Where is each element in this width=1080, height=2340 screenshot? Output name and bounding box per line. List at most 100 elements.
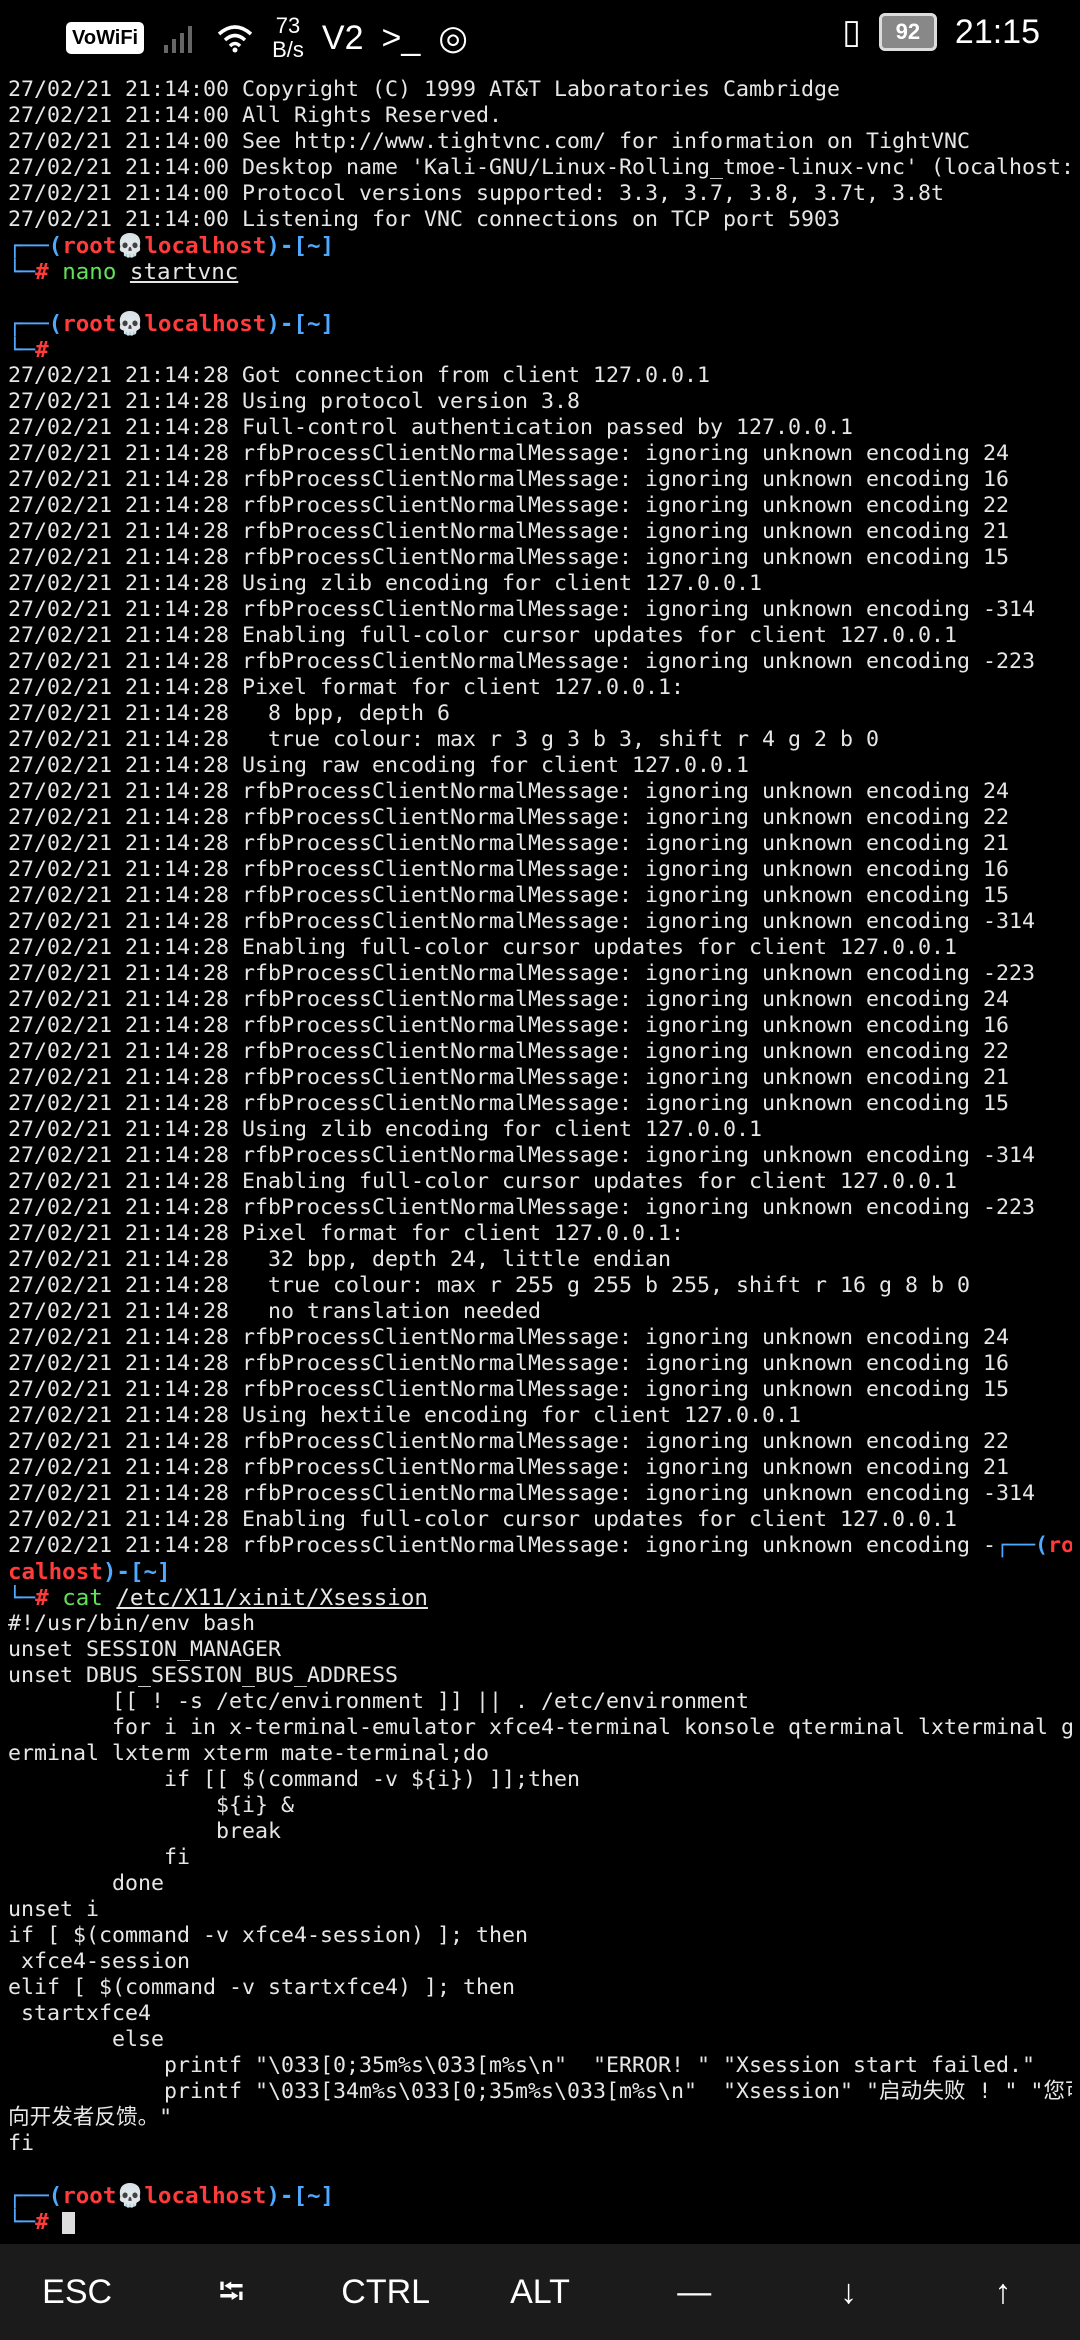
file-line: #!/usr/bin/env bash	[8, 1611, 256, 1636]
instagram-icon: ◎	[438, 19, 468, 57]
log-line: 27/02/21 21:14:28 rfbProcessClientNormal…	[8, 545, 1010, 570]
command-name: cat	[62, 1585, 103, 1611]
log-line: 27/02/21 21:14:28 rfbProcessClientNormal…	[8, 1429, 1010, 1454]
file-line: if [[ $(command -v ${i}) ]];then	[8, 1767, 581, 1792]
log-line: 27/02/21 21:14:28 rfbProcessClientNormal…	[8, 1013, 1010, 1038]
log-line: 27/02/21 21:14:28 rfbProcessClientNormal…	[8, 1377, 1010, 1402]
file-line: fi	[8, 2131, 35, 2156]
log-line: 27/02/21 21:14:28 rfbProcessClientNormal…	[8, 805, 1010, 830]
log-line: 27/02/21 21:14:28 rfbProcessClientNormal…	[8, 883, 1010, 908]
file-line: unset SESSION_MANAGER	[8, 1637, 282, 1662]
file-line: for i in x-terminal-emulator xfce4-termi…	[8, 1715, 1072, 1740]
log-line: 27/02/21 21:14:28 Got connection from cl…	[8, 363, 711, 388]
log-line: 27/02/21 21:14:28 rfbProcessClientNormal…	[8, 779, 1010, 804]
xsession-file-content: #!/usr/bin/env bash unset SESSION_MANAGER…	[8, 1611, 1072, 2157]
file-line: if [ $(command -v xfce4-session) ]; then	[8, 1923, 529, 1948]
extra-keys-bar: ESC ⭾ CTRL ALT — ↓ ↑	[0, 2244, 1080, 2340]
terminal-output[interactable]: 27/02/21 21:14:00 Copyright (C) 1999 AT&…	[8, 77, 1072, 2235]
log-line: 27/02/21 21:14:28 rfbProcessClientNormal…	[8, 1039, 1010, 1064]
log-line: 27/02/21 21:14:28 rfbProcessClientNormal…	[8, 1481, 1036, 1506]
signal-icon	[164, 26, 193, 53]
wifi-icon	[217, 25, 253, 53]
file-line: break	[8, 1819, 282, 1844]
arrow-down-key[interactable]: ↓	[771, 2244, 925, 2340]
log-line: 27/02/21 21:14:00 All Rights Reserved.	[8, 103, 503, 128]
arrow-up-key[interactable]: ↑	[926, 2244, 1080, 2340]
file-line: done	[8, 1871, 165, 1896]
dash-key[interactable]: —	[617, 2244, 771, 2340]
file-line: startxfce4	[8, 2001, 152, 2026]
prompt-user: root	[62, 311, 117, 337]
command-line-nano: └─# nano startvnc	[8, 259, 239, 285]
log-line: 27/02/21 21:14:28 rfbProcessClientNormal…	[8, 1455, 1010, 1480]
log-line: 27/02/21 21:14:28 rfbProcessClientNormal…	[8, 831, 1010, 856]
log-line: 27/02/21 21:14:28 no translation needed	[8, 1299, 542, 1324]
log-line: 27/02/21 21:14:28 Pixel format for clien…	[8, 1221, 685, 1246]
file-line: printf "\033[34m%s\033[0;35m%s\033[m%s\n…	[8, 2079, 1072, 2104]
log-line: 27/02/21 21:14:00 Desktop name 'Kali-GNU…	[8, 155, 1072, 180]
log-line-wrapped: 27/02/21 21:14:28 rfbProcessClientNormal…	[8, 1533, 1072, 1559]
vpn-icon: V2	[321, 19, 364, 57]
log-line: 27/02/21 21:14:28 8 bpp, depth 6	[8, 701, 451, 726]
log-line: 27/02/21 21:14:28 Full-control authentic…	[8, 415, 854, 440]
command-line-empty: └─#	[8, 337, 49, 363]
log-line: 27/02/21 21:14:28 rfbProcessClientNormal…	[8, 909, 1036, 934]
speed-value: 73	[275, 13, 301, 38]
vowifi-icon: VoWiFi	[66, 22, 145, 54]
file-line: 向开发者反馈。"	[8, 2105, 173, 2130]
prompt-line: ┌──(root💀localhost)-[~]	[8, 2183, 335, 2209]
log-line: 27/02/21 21:14:28 Enabling full-color cu…	[8, 1169, 958, 1194]
ctrl-key[interactable]: CTRL	[309, 2244, 463, 2340]
prompt-user: root	[62, 233, 117, 259]
log-line: 27/02/21 21:14:00 See http://www.tightvn…	[8, 129, 971, 154]
file-line: erminal lxterm xterm mate-terminal;do	[8, 1741, 490, 1766]
log-line: 27/02/21 21:14:28 rfbProcessClientNormal…	[8, 1325, 1010, 1350]
skull-icon: 💀	[116, 311, 145, 337]
log-line: 27/02/21 21:14:28 rfbProcessClientNormal…	[8, 1065, 1010, 1090]
prompt-line-wrapped: calhost)-[~]	[8, 1559, 171, 1585]
log-line: 27/02/21 21:14:28 rfbProcessClientNormal…	[8, 493, 1010, 518]
file-line: elif [ $(command -v startxfce4) ]; then	[8, 1975, 516, 2000]
log-line: 27/02/21 21:14:28 rfbProcessClientNormal…	[8, 961, 1036, 986]
clock: 21:15	[954, 12, 1040, 51]
log-line: 27/02/21 21:14:28 Using hextile encoding…	[8, 1403, 802, 1428]
log-line: 27/02/21 21:14:28 rfbProcessClientNormal…	[8, 1091, 1010, 1116]
log-line: 27/02/21 21:14:28 Enabling full-color cu…	[8, 935, 958, 960]
file-line: ${i} &	[8, 1793, 295, 1818]
skull-icon: 💀	[116, 233, 145, 259]
file-line: printf "\033[0;35m%s\033[m%s\n" "ERROR! …	[8, 2053, 1036, 2078]
alt-key[interactable]: ALT	[463, 2244, 617, 2340]
skull-icon: 💀	[116, 2183, 145, 2209]
log-line: 27/02/21 21:14:28 rfbProcessClientNormal…	[8, 649, 1036, 674]
log-line: 27/02/21 21:14:28 rfbProcessClientNormal…	[8, 987, 1010, 1012]
vibrate-icon: ▯	[842, 13, 861, 51]
log-line: 27/02/21 21:14:28 true colour: max r 3 g…	[8, 727, 880, 752]
vnc-header-block: 27/02/21 21:14:00 Copyright (C) 1999 AT&…	[8, 77, 1072, 233]
command-line-cat: └─# cat /etc/X11/xinit/Xsession	[8, 1585, 428, 1611]
log-line: 27/02/21 21:14:28 32 bpp, depth 24, litt…	[8, 1247, 672, 1272]
prompt-user: root	[1048, 1533, 1072, 1558]
prompt-dir: ~	[306, 311, 321, 337]
log-line: 27/02/21 21:14:00 Copyright (C) 1999 AT&…	[8, 77, 841, 102]
file-line: unset i	[8, 1897, 100, 1922]
log-line: 27/02/21 21:14:28 rfbProcessClientNormal…	[8, 1195, 1036, 1220]
command-line-active[interactable]: └─#	[8, 2209, 1072, 2235]
log-line: 27/02/21 21:14:28 rfbProcessClientNormal…	[8, 467, 1010, 492]
log-line: 27/02/21 21:14:28 Pixel format for clien…	[8, 675, 685, 700]
log-line: 27/02/21 21:14:28 rfbProcessClientNormal…	[8, 597, 1036, 622]
log-line: 27/02/21 21:14:28 Using zlib encoding fo…	[8, 571, 763, 596]
tab-key[interactable]: ⭾	[154, 2244, 308, 2340]
log-line: 27/02/21 21:14:28 Using zlib encoding fo…	[8, 1117, 763, 1142]
esc-key[interactable]: ESC	[0, 2244, 154, 2340]
log-line: 27/02/21 21:14:00 Listening for VNC conn…	[8, 207, 841, 232]
log-line: 27/02/21 21:14:28 Using protocol version…	[8, 389, 581, 414]
prompt-dir: ~	[306, 233, 321, 259]
battery-icon: 92	[878, 13, 937, 51]
prompt-host: localhost	[144, 233, 267, 259]
file-line: fi	[8, 1845, 191, 1870]
log-line: 27/02/21 21:14:28 rfbProcessClientNormal…	[8, 1143, 1036, 1168]
prompt-line: ┌──(root💀localhost)-[~]	[8, 233, 335, 259]
log-text: 27/02/21 21:14:28 rfbProcessClientNormal…	[8, 1533, 997, 1558]
command-arg: startvnc	[129, 259, 239, 285]
